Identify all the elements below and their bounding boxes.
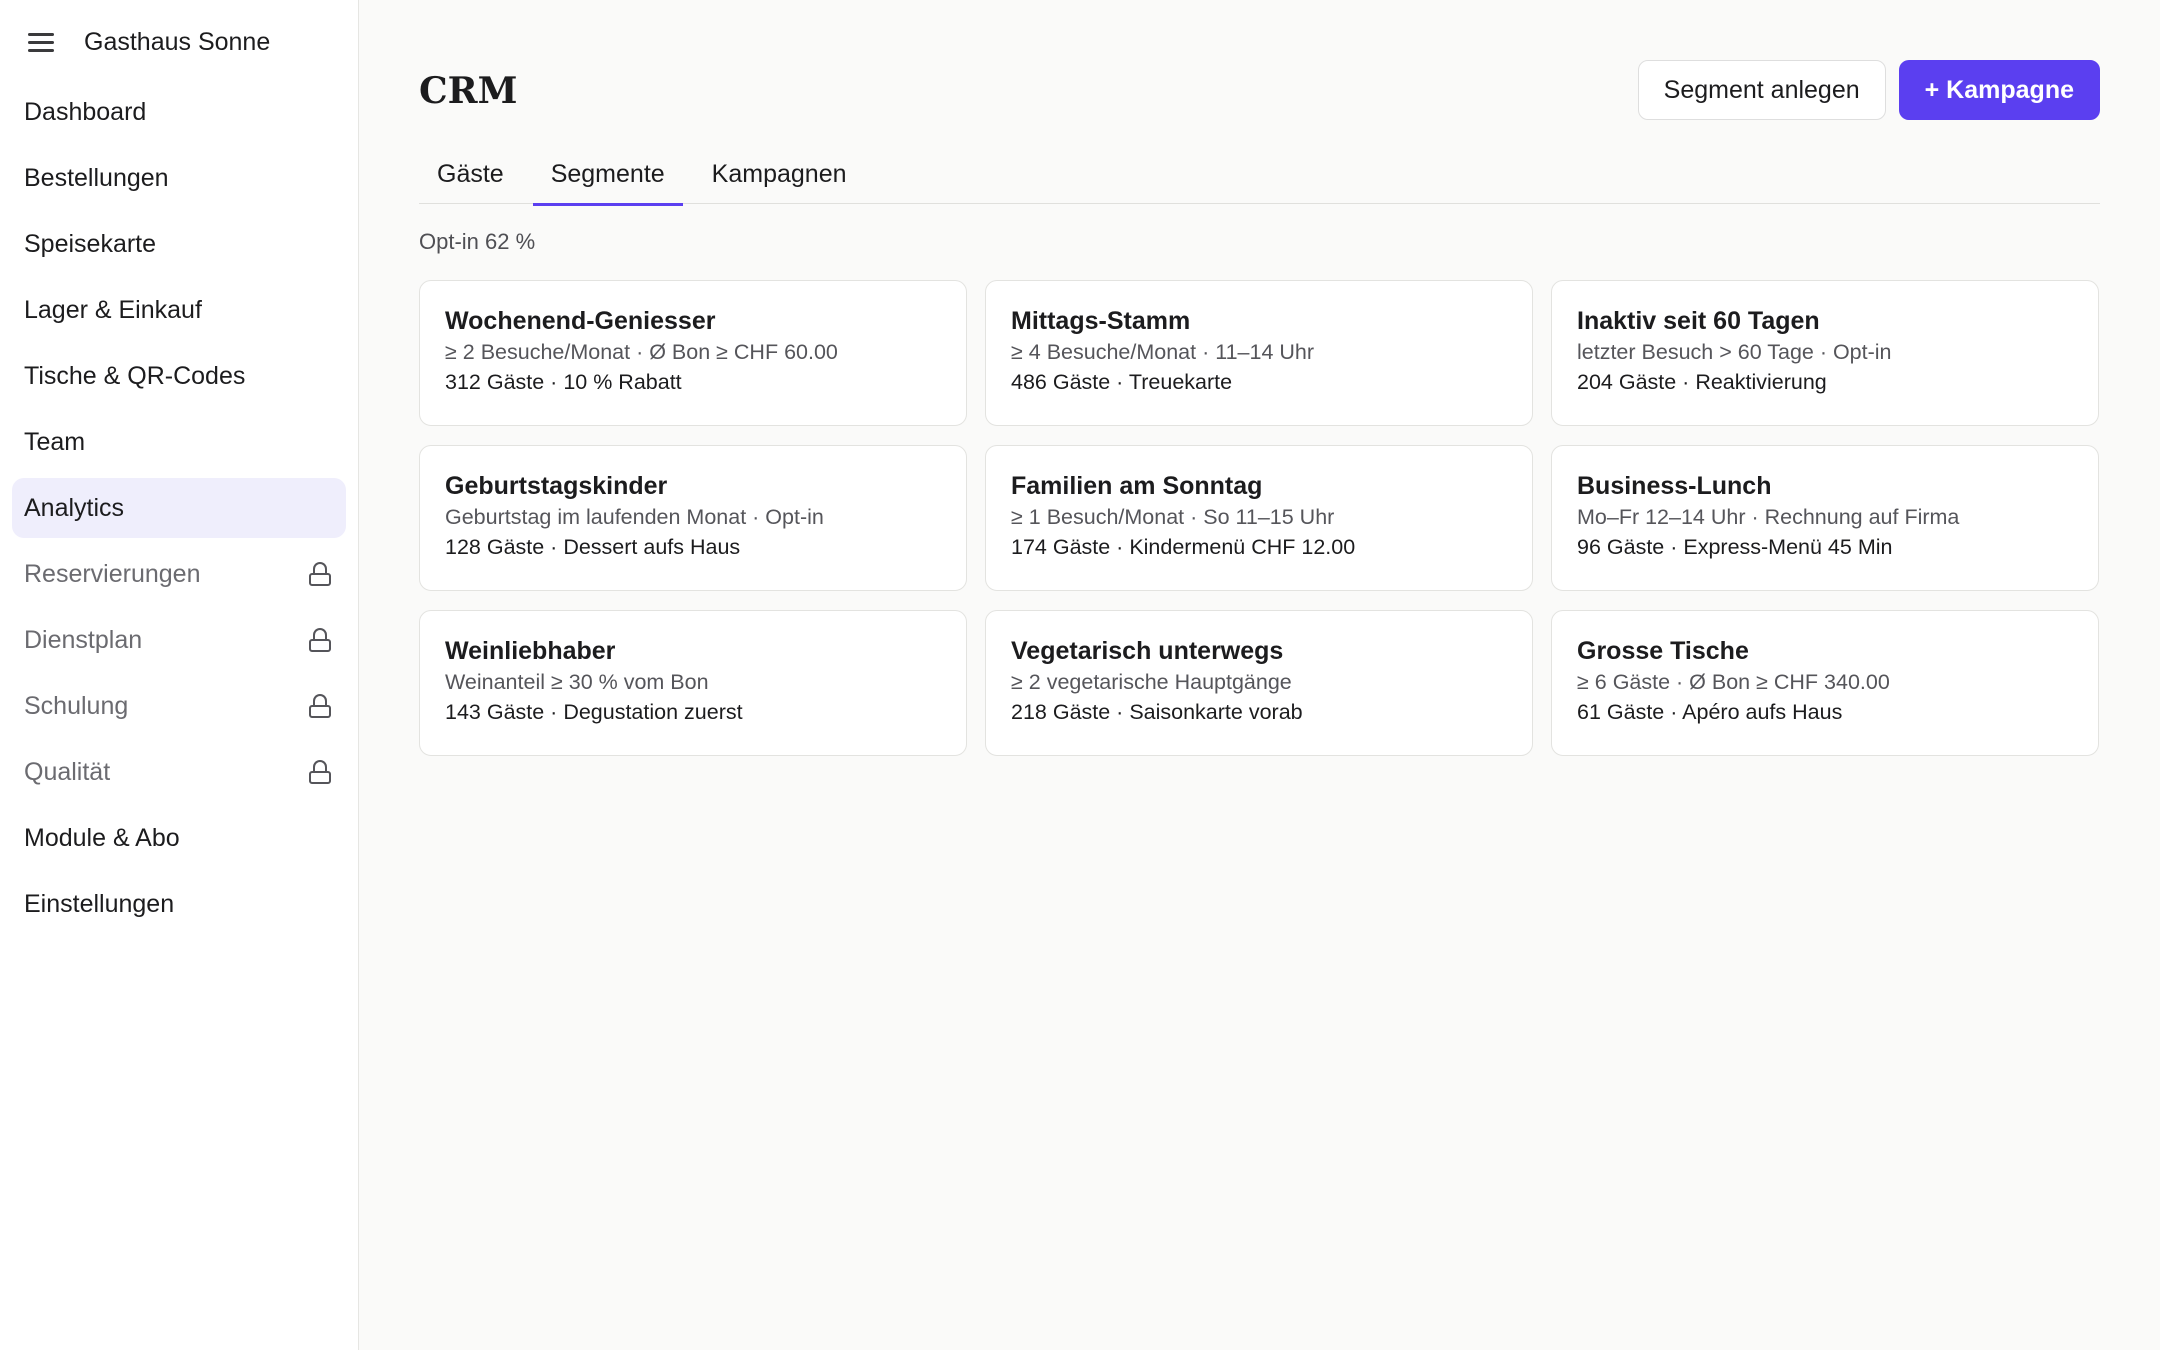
sidebar-item-module-abo[interactable]: Module & Abo [12, 808, 346, 868]
brand-name: Gasthaus Sonne [84, 27, 271, 56]
sidebar-item-schulung[interactable]: Schulung [12, 676, 346, 736]
sidebar-item-label: Analytics [24, 493, 125, 522]
segment-rule: Mo–Fr 12–14 Uhr · Rechnung auf Firma [1577, 505, 1960, 529]
sidebar: Gasthaus Sonne Dashboard Bestellungen Sp… [0, 0, 359, 1350]
segment-card[interactable]: Business-Lunch Mo–Fr 12–14 Uhr · Rechnun… [1551, 445, 2099, 591]
segment-anlegen-button[interactable]: Segment anlegen [1637, 60, 1886, 120]
segment-rule: letzter Besuch > 60 Tage · Opt-in [1577, 340, 1892, 364]
sidebar-item-dashboard[interactable]: Dashboard [12, 82, 346, 142]
segment-rule: ≥ 2 Besuche/Monat · Ø Bon ≥ CHF 60.00 [445, 340, 838, 364]
sidebar-item-analytics[interactable]: Analytics [12, 478, 346, 538]
segment-card[interactable]: Grosse Tische ≥ 6 Gäste · Ø Bon ≥ CHF 34… [1551, 610, 2099, 756]
sidebar-item-bestellungen[interactable]: Bestellungen [12, 148, 346, 208]
sidebar-item-label: Team [24, 427, 86, 456]
segment-rule: ≥ 4 Besuche/Monat · 11–14 Uhr [1011, 340, 1315, 364]
lock-icon [308, 627, 332, 653]
page-header: CRM Segment anlegen + Kampagne [419, 60, 2100, 120]
segment-card[interactable]: Geburtstagskinder Geburtstag im laufende… [419, 445, 967, 591]
segment-title: Grosse Tische [1577, 637, 1749, 665]
segment-stat: 143 Gäste · Degustation zuerst [445, 700, 743, 724]
main-content: CRM Segment anlegen + Kampagne Gäste Seg… [359, 0, 2160, 1350]
segment-card[interactable]: Weinliebhaber Weinanteil ≥ 30 % vom Bon … [419, 610, 967, 756]
segment-card[interactable]: Familien am Sonntag ≥ 1 Besuch/Monat · S… [985, 445, 1533, 591]
segment-title: Vegetarisch unterwegs [1011, 637, 1284, 665]
header-actions: Segment anlegen + Kampagne [1637, 60, 2100, 120]
segment-stat: 128 Gäste · Dessert aufs Haus [445, 535, 741, 559]
sidebar-item-label: Dienstplan [24, 625, 143, 654]
segment-title: Familien am Sonntag [1011, 472, 1263, 500]
sidebar-item-tische[interactable]: Tische & QR-Codes [12, 346, 346, 406]
segment-stat: 61 Gäste · Apéro aufs Haus [1577, 700, 1843, 724]
segment-grid: Wochenend-Geniesser ≥ 2 Besuche/Monat · … [419, 280, 2100, 756]
sidebar-item-label: Dashboard [24, 97, 147, 126]
optin-rate: Opt-in 62 % [419, 229, 536, 254]
segment-title: Inaktiv seit 60 Tagen [1577, 307, 1820, 335]
sidebar-item-label: Einstellungen [24, 889, 175, 918]
segment-stat: 174 Gäste · Kindermenü CHF 12.00 [1011, 535, 1356, 559]
lock-icon [308, 693, 332, 719]
lock-icon [308, 759, 332, 785]
sidebar-item-label: Bestellungen [24, 163, 169, 192]
segment-title: Weinliebhaber [445, 637, 616, 665]
brand-header: Gasthaus Sonne [0, 20, 358, 64]
segment-title: Business-Lunch [1577, 472, 1772, 500]
sidebar-item-reservierungen[interactable]: Reservierungen [12, 544, 346, 604]
segment-title: Geburtstagskinder [445, 472, 668, 500]
tab-gaeste[interactable]: Gäste [419, 144, 522, 204]
sidebar-nav: Dashboard Bestellungen Speisekarte Lager… [0, 82, 358, 934]
segment-title: Wochenend-Geniesser [445, 307, 716, 335]
segment-card[interactable]: Vegetarisch unterwegs ≥ 2 vegetarische H… [985, 610, 1533, 756]
sidebar-item-label: Qualität [24, 757, 111, 786]
segment-rule: Geburtstag im laufenden Monat · Opt-in [445, 505, 824, 529]
segment-title: Mittags-Stamm [1011, 307, 1191, 335]
segment-stat: 486 Gäste · Treuekarte [1011, 370, 1233, 394]
sidebar-item-label: Module & Abo [24, 823, 180, 852]
tab-segmente[interactable]: Segmente [532, 144, 683, 206]
segment-stat: 96 Gäste · Express-Menü 45 Min [1577, 535, 1893, 559]
sidebar-item-label: Lager & Einkauf [24, 295, 202, 324]
segment-card[interactable]: Mittags-Stamm ≥ 4 Besuche/Monat · 11–14 … [985, 280, 1533, 426]
segment-card[interactable]: Inaktiv seit 60 Tagen letzter Besuch > 6… [1551, 280, 2099, 426]
sidebar-item-label: Speisekarte [24, 229, 157, 258]
sidebar-item-einstellungen[interactable]: Einstellungen [12, 874, 346, 934]
add-kampagne-button[interactable]: + Kampagne [1898, 60, 2100, 120]
sidebar-item-speisekarte[interactable]: Speisekarte [12, 214, 346, 274]
sidebar-item-label: Reservierungen [24, 559, 201, 588]
tab-bar: Gäste Segmente Kampagnen [419, 144, 2100, 206]
tab-kampagnen[interactable]: Kampagnen [694, 144, 865, 204]
sidebar-item-lager[interactable]: Lager & Einkauf [12, 280, 346, 340]
sidebar-item-label: Tische & QR-Codes [24, 361, 246, 390]
segment-stat: 204 Gäste · Reaktivierung [1577, 370, 1827, 394]
lock-icon [308, 561, 332, 587]
segment-stat: 312 Gäste · 10 % Rabatt [445, 370, 682, 394]
segment-stat: 218 Gäste · Saisonkarte vorab [1011, 700, 1303, 724]
hamburger-menu-icon[interactable] [28, 32, 54, 52]
segment-rule: ≥ 1 Besuch/Monat · So 11–15 Uhr [1011, 505, 1335, 529]
segment-card[interactable]: Wochenend-Geniesser ≥ 2 Besuche/Monat · … [419, 280, 967, 426]
sidebar-item-team[interactable]: Team [12, 412, 346, 472]
sidebar-item-label: Schulung [24, 691, 129, 720]
sidebar-item-qualitaet[interactable]: Qualität [12, 742, 346, 802]
segment-rule: Weinanteil ≥ 30 % vom Bon [445, 670, 709, 694]
page-title: CRM [419, 70, 518, 112]
sidebar-item-dienstplan[interactable]: Dienstplan [12, 610, 346, 670]
segment-rule: ≥ 2 vegetarische Hauptgänge [1011, 670, 1292, 694]
segment-rule: ≥ 6 Gäste · Ø Bon ≥ CHF 340.00 [1577, 670, 1890, 694]
